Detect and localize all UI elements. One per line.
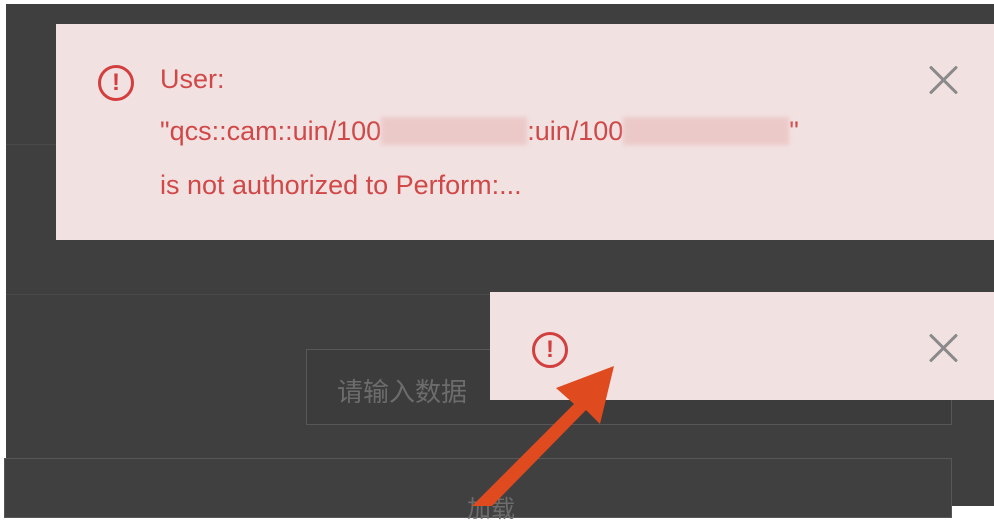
error-message-line2: "qcs::cam::uin/100 :uin/100 " — [160, 116, 799, 147]
error-message-prefix: "qcs::cam::uin/100 — [160, 116, 382, 146]
exclamation-circle-icon: ! — [98, 65, 134, 101]
annotation-arrow — [472, 366, 614, 506]
redacted-text — [381, 117, 528, 145]
error-message-line3: is not authorized to Perform:... — [160, 170, 522, 200]
error-toast: ! User: "qcs::cam::uin/100 :uin/100 " is n… — [56, 24, 994, 240]
error-message-line1: User: — [160, 64, 225, 94]
close-icon[interactable] — [926, 331, 960, 365]
data-input-placeholder: 请输入数据 — [337, 377, 468, 407]
close-icon[interactable] — [926, 63, 960, 97]
error-message-middle: :uin/100 — [527, 116, 624, 146]
arrow-shape — [472, 366, 614, 506]
error-message-suffix: " — [789, 116, 799, 146]
redacted-text — [623, 117, 790, 145]
